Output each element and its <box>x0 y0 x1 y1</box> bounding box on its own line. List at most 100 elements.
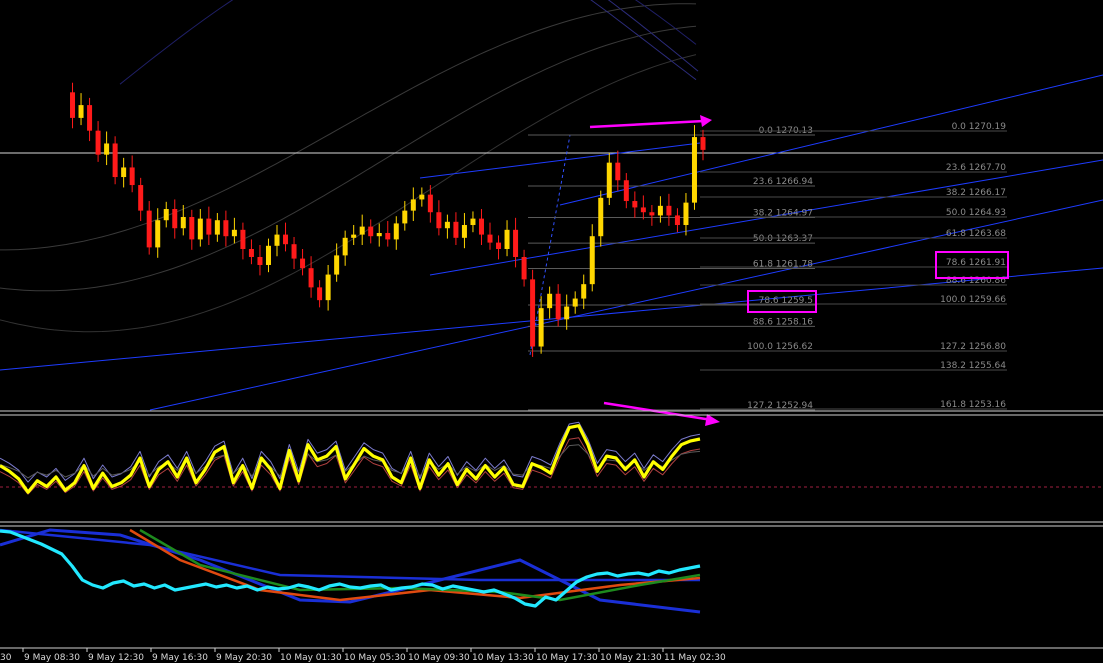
time-tick-label: 10 May 13:30 <box>472 653 534 663</box>
candle-body <box>172 209 178 229</box>
time-tick-label: 10 May 01:30 <box>280 653 342 663</box>
candle-body <box>180 217 186 229</box>
candle-body <box>547 293 553 309</box>
candle-body <box>121 167 127 178</box>
fib-level-label: 50.0 1264.93 <box>946 208 1006 218</box>
time-tick-label: 10 May 21:30 <box>600 653 662 663</box>
fib-level-label: 161.8 1253.16 <box>940 400 1006 410</box>
candle-body <box>257 256 263 265</box>
candle-body <box>683 202 689 226</box>
candle-body <box>248 248 254 257</box>
candle-body <box>138 185 144 211</box>
candle-body <box>95 130 101 155</box>
candle-body <box>334 255 340 275</box>
candle-body <box>359 226 365 235</box>
time-tick-label: 10 May 09:30 <box>408 653 470 663</box>
candle-body <box>368 226 374 237</box>
candle-body <box>70 92 76 118</box>
candle-body <box>223 220 229 237</box>
time-tick-label: 10 May 17:30 <box>536 653 598 663</box>
candle-body <box>444 221 450 229</box>
candle-body <box>155 220 161 248</box>
candle-body <box>308 268 314 288</box>
candle-body <box>317 287 323 301</box>
candle-body <box>376 233 382 237</box>
fib-level-label: 138.2 1255.64 <box>940 361 1006 371</box>
fib-level-label: 61.8 1261.78 <box>753 260 813 270</box>
candle-body <box>129 167 135 186</box>
candle-body <box>598 197 604 237</box>
time-tick-label: 9 May 16:30 <box>152 653 208 663</box>
candle-body <box>240 229 246 249</box>
time-tick-label: 9 May 12:30 <box>88 653 144 663</box>
fib-level-label: 61.8 1263.68 <box>946 229 1006 239</box>
candle-body <box>325 274 331 301</box>
candle-body <box>427 194 433 213</box>
candle-body <box>657 205 663 216</box>
fib-level-label: 38.2 1266.17 <box>946 188 1006 198</box>
candle-body <box>351 234 357 238</box>
candle-body <box>513 229 519 257</box>
fib-level-label: 23.6 1267.70 <box>946 163 1006 173</box>
candle-body <box>453 221 459 238</box>
candle-body <box>87 105 93 131</box>
candle-body <box>274 234 280 246</box>
candle-body <box>393 223 399 240</box>
candle-body <box>623 180 629 202</box>
chart-background <box>0 0 1103 663</box>
candle-body <box>402 210 408 224</box>
candle-body <box>189 217 195 240</box>
candle-body <box>283 234 289 245</box>
candle-body <box>538 308 544 347</box>
candle-body <box>265 245 271 265</box>
fib-level-label: 100.0 1259.66 <box>940 295 1006 305</box>
candle-body <box>206 218 212 235</box>
candle-body <box>385 233 391 240</box>
candle-body <box>214 220 220 235</box>
candle-body <box>231 229 237 237</box>
candle-body <box>410 199 416 211</box>
candle-body <box>564 306 570 320</box>
candle-body <box>78 105 84 118</box>
candle-body <box>615 162 621 181</box>
candle-body <box>470 218 476 226</box>
candle-body <box>478 218 484 235</box>
candle-body <box>112 143 118 178</box>
candle-body <box>342 237 348 256</box>
fib-level-label: 23.6 1266.94 <box>753 177 813 187</box>
candle-body <box>436 212 442 229</box>
candle-body <box>300 258 306 269</box>
candle-body <box>496 242 502 249</box>
candle-body <box>581 284 587 299</box>
candle-body <box>589 236 595 285</box>
time-tick-label: 11 May 02:30 <box>664 653 726 663</box>
candle-body <box>572 298 578 307</box>
candle-body <box>632 201 638 208</box>
candle-body <box>691 137 697 203</box>
candle-body <box>461 225 467 238</box>
candle-body <box>700 137 706 150</box>
fib-level-label: 78.6 1261.91 <box>946 258 1006 268</box>
candle-body <box>104 143 110 155</box>
chart-stage: 0.0 1270.1323.6 1266.9438.2 1264.9750.0 … <box>0 0 1103 663</box>
candle-body <box>487 234 493 243</box>
fib-level-label: 127.2 1256.80 <box>940 342 1006 352</box>
candle-body <box>504 229 510 249</box>
candle-body <box>555 293 561 320</box>
candle-body <box>146 210 152 248</box>
candle-body <box>291 244 297 259</box>
candle-body <box>649 212 655 216</box>
time-tick-label: 30 <box>0 653 12 663</box>
candle-body <box>674 215 680 226</box>
fib-level-label: 0.0 1270.19 <box>952 122 1007 132</box>
fib-level-label: 50.0 1263.37 <box>753 234 813 244</box>
candle-body <box>640 207 646 213</box>
candle-body <box>521 256 527 280</box>
candle-body <box>530 279 536 347</box>
fib-level-label: 88.6 1258.16 <box>753 317 813 327</box>
time-tick-label: 10 May 05:30 <box>344 653 406 663</box>
candle-body <box>666 205 672 216</box>
candle-body <box>197 218 203 240</box>
candle-body <box>163 209 169 221</box>
time-tick-label: 9 May 20:30 <box>216 653 272 663</box>
